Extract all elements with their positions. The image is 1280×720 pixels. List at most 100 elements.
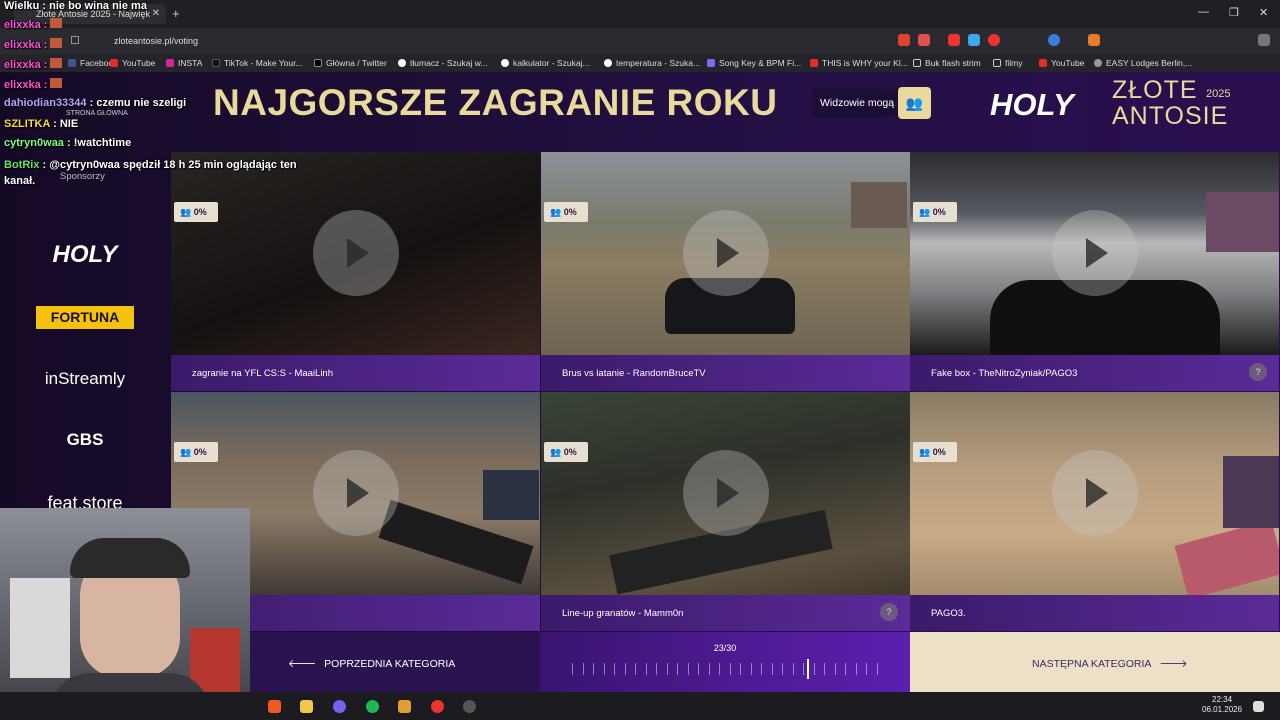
progress-tick <box>656 663 658 675</box>
obs-icon[interactable] <box>431 700 444 713</box>
maximize-icon[interactable]: ❐ <box>1229 6 1239 19</box>
play-icon[interactable] <box>313 210 399 296</box>
extension-icon[interactable] <box>988 34 1000 46</box>
vote-percent-badge: 👥 0% <box>544 202 588 222</box>
vote-card[interactable]: 👥 0% Brus vs latanie - RandomBruceTV <box>541 152 910 391</box>
arrow-left-icon: 🡐 <box>288 658 317 670</box>
extension-icon[interactable] <box>1048 34 1060 46</box>
sponsor-fortuna[interactable]: FORTUNA <box>36 306 134 329</box>
vote-percent-badge: 👥 0% <box>174 202 218 222</box>
progress-marker <box>806 659 809 679</box>
vote-percent-badge: 👥 0% <box>913 442 957 462</box>
progress-tick <box>603 663 605 675</box>
progress-tick <box>855 663 857 675</box>
play-icon[interactable] <box>1052 210 1138 296</box>
close-window-icon[interactable]: ✕ <box>1259 6 1268 19</box>
progress-tick <box>614 663 616 675</box>
chat-message: Wielku : nie bo wina nie ma <box>4 0 147 12</box>
progress-tick <box>792 663 794 675</box>
progress-tick <box>771 663 773 675</box>
play-icon[interactable] <box>1052 450 1138 536</box>
notification-icon[interactable] <box>1253 701 1264 712</box>
file-explorer-icon[interactable] <box>300 700 313 713</box>
category-progress: 23/30 <box>540 632 910 692</box>
play-icon[interactable] <box>683 450 769 536</box>
browser-titlebar: Złote Antosie 2025 - Najwięk ✕ + — ❐ ✕ <box>0 0 1280 28</box>
sponsor-gbs[interactable]: GBS <box>20 430 150 450</box>
progress-tick <box>803 663 805 675</box>
card-title: zagranie na YFL CS:S - MaaiLinh <box>171 355 540 391</box>
spotify-icon[interactable] <box>366 700 379 713</box>
facecam-inset <box>1206 192 1279 252</box>
help-icon[interactable]: ? <box>880 603 898 621</box>
viewers-group-icon[interactable]: 👥 <box>898 87 931 119</box>
chat-message: BotRix : @cytryn0waa spędził 18 h 25 min… <box>4 159 297 187</box>
home-link[interactable]: STRONA GŁÓWNA <box>66 110 128 117</box>
chat-message: SZLITKA : NIE <box>4 118 79 130</box>
zlote-antosie-logo: ZŁOTE ANTOSIE <box>1112 76 1229 130</box>
chat-message: elixxka : <box>4 18 63 31</box>
rewards-icon[interactable] <box>918 34 930 46</box>
bookmark-twitter[interactable]: Główna / Twitter <box>314 58 387 68</box>
bookmark-youtube-2[interactable]: YouTube <box>1039 58 1084 68</box>
emote-icon <box>50 58 63 68</box>
progress-tick <box>729 663 731 675</box>
progress-ticks <box>572 663 878 675</box>
progress-tick <box>719 663 721 675</box>
vote-card[interactable]: 👥 0% Fake box - TheNitroZyniak/PAGO3 ? <box>910 152 1279 391</box>
bookmark-insta[interactable]: INSTA <box>166 58 202 68</box>
bookmark-songkey[interactable]: Song Key & BPM Fi... <box>707 58 801 68</box>
bookmark-icon[interactable]: ☐ <box>70 34 80 47</box>
extension-icon[interactable] <box>1088 34 1100 46</box>
logo-year: 2025 <box>1206 88 1231 100</box>
vote-percent-badge: 👥 0% <box>544 442 588 462</box>
card-title: Fake box - TheNitroZyniak/PAGO3 ? <box>910 355 1279 391</box>
brave-taskbar-icon[interactable] <box>268 700 281 713</box>
vote-card[interactable]: 👥 0% PAGO3. <box>910 392 1279 631</box>
bookmark-tiktok[interactable]: TikTok - Make Your... <box>212 58 303 68</box>
card-title: PAGO3. <box>910 595 1279 631</box>
bookmark-tlumacz[interactable]: tłumacz - Szukaj w... <box>398 58 487 68</box>
bookmark-easy-lodges[interactable]: EASY Lodges Berlin,... <box>1094 58 1192 68</box>
sponsor-instreamly[interactable]: inStreamly <box>20 369 150 389</box>
bookmark-temperatura[interactable]: temperatura - Szuka... <box>604 58 700 68</box>
play-icon[interactable] <box>683 210 769 296</box>
brave-shield-icon[interactable] <box>898 34 910 46</box>
bookmark-youtube[interactable]: YouTube <box>110 58 155 68</box>
headphones <box>70 538 190 578</box>
card-title: Brus vs latanie - RandomBruceTV <box>541 355 910 391</box>
help-icon[interactable]: ? <box>1249 363 1267 381</box>
chat-message: dahiodian33344 : czemu nie szeligi <box>4 97 187 109</box>
bookmarks-bar: Facebook YouTube INSTA TikTok - Make You… <box>0 54 1280 72</box>
extension-icon[interactable] <box>968 34 980 46</box>
media-player-icon[interactable] <box>398 700 411 713</box>
minimize-icon[interactable]: — <box>1198 6 1209 18</box>
address-bar[interactable]: zloteantosie.pl/voting <box>88 31 888 51</box>
vote-percent-badge: 👥 0% <box>913 202 957 222</box>
close-tab-icon[interactable]: ✕ <box>152 8 160 19</box>
system-clock[interactable]: 22:34 06.01.2026 <box>1202 695 1242 715</box>
app-icon[interactable] <box>463 700 476 713</box>
progress-tick <box>593 663 595 675</box>
progress-tick <box>866 663 868 675</box>
sponsor-holy[interactable]: HOLY <box>20 241 150 269</box>
discord-icon[interactable] <box>333 700 346 713</box>
chat-message: elixxka : <box>4 58 63 71</box>
menu-icon[interactable] <box>1258 34 1270 46</box>
bookmark-buk[interactable]: Buk flash strim <box>913 58 981 68</box>
new-tab-icon[interactable]: + <box>172 6 180 21</box>
progress-tick <box>761 663 763 675</box>
emote-icon <box>50 18 63 28</box>
card-title: Line-up granatów - Mamm0n ? <box>541 595 910 631</box>
vote-card[interactable]: 👥 0% Line-up granatów - Mamm0n ? <box>541 392 910 631</box>
extension-icon[interactable] <box>948 34 960 46</box>
previous-category-button[interactable]: 🡐 POPRZEDNIA KATEGORIA <box>250 632 540 692</box>
bookmark-thisiswhy[interactable]: THIS is WHY your Kl... <box>810 58 908 68</box>
progress-tick <box>782 663 784 675</box>
progress-tick <box>845 663 847 675</box>
bookmark-filmy[interactable]: filmy <box>993 58 1022 68</box>
bookmark-kalkulator[interactable]: kalkulator - Szukaj... <box>501 58 590 68</box>
streamer-webcam <box>0 508 250 720</box>
next-category-button[interactable]: NASTĘPNA KATEGORIA 🡒 <box>910 632 1280 692</box>
play-icon[interactable] <box>313 450 399 536</box>
